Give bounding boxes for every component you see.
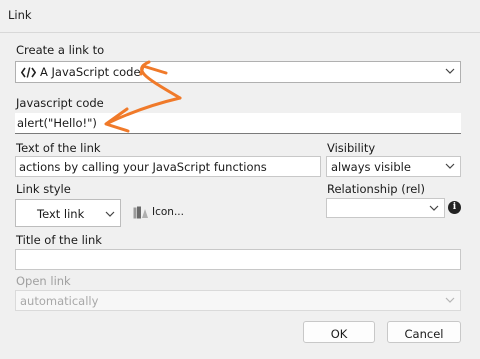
open-link-value: automatically xyxy=(20,294,99,308)
chevron-down-icon xyxy=(105,211,115,217)
icon-picker-button[interactable]: Icon... xyxy=(133,205,193,221)
icon-button-label: Icon... xyxy=(152,206,184,218)
create-link-select[interactable]: A JavaScript code xyxy=(15,61,461,83)
ok-button-label: OK xyxy=(330,327,348,341)
link-style-label: Link style xyxy=(16,182,71,196)
title-bar: Link xyxy=(0,0,480,32)
open-link-select: automatically xyxy=(15,290,461,311)
cancel-button[interactable]: Cancel xyxy=(387,321,461,343)
javascript-code-value: alert("Hello!") xyxy=(17,116,97,130)
title-of-link-input[interactable] xyxy=(15,249,461,270)
dialog-body: Create a link to A JavaScript code Javas… xyxy=(0,32,480,359)
code-icon xyxy=(21,67,36,78)
open-link-label: Open link xyxy=(16,274,71,288)
title-of-link-label: Title of the link xyxy=(16,233,102,247)
relationship-select[interactable] xyxy=(326,198,445,218)
link-style-select[interactable]: Text link xyxy=(15,199,121,227)
create-link-label: Create a link to xyxy=(16,43,105,57)
link-text-value: actions by calling your JavaScript funct… xyxy=(19,160,267,174)
chevron-down-icon xyxy=(429,205,439,211)
link-text-input[interactable]: actions by calling your JavaScript funct… xyxy=(15,156,321,177)
javascript-code-label: Javascript code xyxy=(16,96,104,110)
chevron-down-icon xyxy=(445,297,455,303)
relationship-label: Relationship (rel) xyxy=(327,182,425,196)
visibility-label: Visibility xyxy=(327,141,376,155)
chevron-down-icon xyxy=(445,68,455,74)
link-style-value: Text link xyxy=(37,207,85,221)
chevron-down-icon xyxy=(445,163,455,169)
cancel-button-label: Cancel xyxy=(404,327,444,341)
ok-button[interactable]: OK xyxy=(303,321,375,343)
visibility-select[interactable]: always visible xyxy=(326,156,461,177)
link-text-label: Text of the link xyxy=(16,141,101,155)
info-icon[interactable]: i xyxy=(448,201,461,214)
visibility-value: always visible xyxy=(331,160,411,174)
image-icon xyxy=(133,206,148,219)
javascript-code-input[interactable]: alert("Hello!") xyxy=(15,113,461,134)
create-link-value: A JavaScript code xyxy=(40,65,141,79)
window-title: Link xyxy=(8,8,32,22)
